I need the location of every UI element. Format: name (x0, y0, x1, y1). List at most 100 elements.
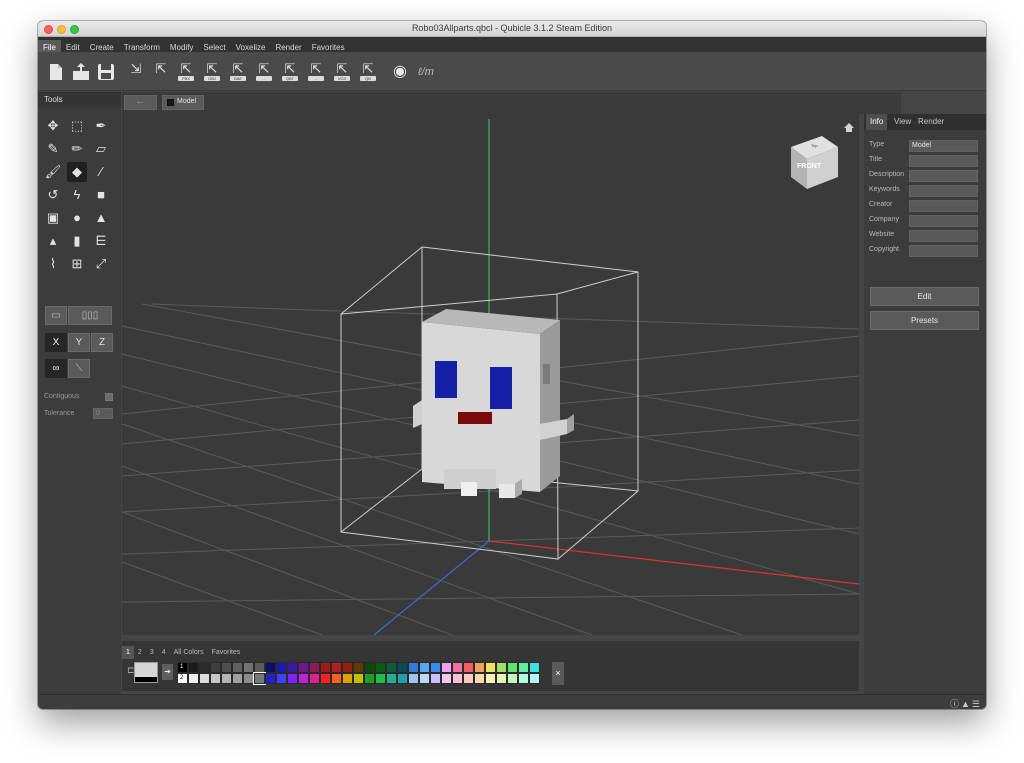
color-swatch[interactable] (430, 662, 441, 673)
color-swatch[interactable]: 2 (177, 673, 188, 684)
tab-view[interactable]: View (890, 114, 915, 130)
color-swatch[interactable] (309, 662, 320, 673)
color-swatch[interactable] (452, 673, 463, 684)
color-swatch[interactable] (397, 662, 408, 673)
color-swatch[interactable] (485, 662, 496, 673)
color-swatch[interactable] (518, 662, 529, 673)
apply-color-button[interactable]: ➔ (162, 664, 173, 680)
field-keywords-input[interactable] (909, 185, 978, 197)
paint-bucket-icon[interactable]: ◆ (67, 162, 87, 182)
3d-viewport[interactable]: FRONT Top (122, 114, 859, 635)
palette-tab-all-colors[interactable]: All Colors (170, 646, 208, 659)
edit-button[interactable]: Edit (870, 287, 979, 306)
color-swatch[interactable] (342, 673, 353, 684)
sphere-icon[interactable]: ● (67, 208, 87, 228)
menu-icon[interactable]: ☰ (972, 699, 982, 709)
save-file-button[interactable] (96, 62, 116, 82)
color-swatch[interactable] (298, 673, 309, 684)
color-swatch[interactable] (463, 662, 474, 673)
cube-icon[interactable]: ▣ (43, 208, 63, 228)
polygon-line-icon[interactable]: ϟ (67, 185, 87, 205)
signature-button[interactable]: ℓ/m (416, 62, 436, 82)
warning-icon[interactable]: ▲ (961, 699, 972, 709)
export-obj-button[interactable]: ⇱ OBJ (202, 62, 222, 82)
pencil-plus-icon[interactable]: ✏ (67, 139, 87, 159)
export-button[interactable]: ⇱ (151, 62, 171, 82)
color-swatch[interactable] (253, 672, 266, 685)
presets-button[interactable]: Presets (870, 311, 979, 330)
tab-info[interactable]: Info (866, 114, 888, 130)
axis-z-button[interactable]: Z (91, 333, 113, 352)
select-grid-icon[interactable]: ⊞ (67, 254, 87, 274)
field-company-input[interactable] (909, 215, 978, 227)
color-swatch[interactable] (507, 673, 518, 684)
color-swatch[interactable] (529, 673, 540, 684)
back-button[interactable]: ← (124, 95, 157, 110)
palette-tab-2[interactable]: 2 (134, 646, 146, 659)
tab-render[interactable]: Render (914, 114, 948, 130)
color-swatch[interactable] (441, 673, 452, 684)
color-swatch[interactable] (507, 662, 518, 673)
open-file-button[interactable] (71, 62, 91, 82)
color-swatch[interactable] (265, 662, 276, 673)
color-swatch[interactable] (331, 673, 342, 684)
palette-tab-1[interactable]: 1 (122, 646, 134, 659)
clear-palette-button[interactable]: × (552, 662, 564, 685)
color-swatch[interactable] (353, 673, 364, 684)
color-swatch[interactable] (287, 662, 298, 673)
export-format-button[interactable]: ⇱... (254, 62, 274, 82)
contiguous-checkbox[interactable] (105, 393, 113, 401)
color-swatch[interactable] (419, 662, 430, 673)
navigation-cube[interactable]: FRONT Top (791, 136, 838, 189)
cylinder-icon[interactable]: ▮ (67, 231, 87, 251)
info-icon[interactable]: ⓘ (950, 699, 961, 709)
mirror-button[interactable]: ∞ (45, 359, 67, 378)
color-swatch[interactable] (386, 673, 397, 684)
field-website-input[interactable] (909, 230, 978, 242)
mode-single-button[interactable]: ▭ (45, 306, 67, 325)
color-swatch[interactable] (210, 662, 221, 673)
color-swatch[interactable] (276, 662, 287, 673)
tolerance-input[interactable]: 0 (93, 408, 113, 419)
color-swatch[interactable] (408, 662, 419, 673)
color-swatch[interactable] (375, 673, 386, 684)
import-button[interactable]: ⇲ (126, 62, 146, 82)
color-swatch[interactable] (221, 662, 232, 673)
color-swatch[interactable] (342, 662, 353, 673)
color-swatch[interactable] (199, 662, 210, 673)
color-swatch[interactable] (188, 673, 199, 684)
color-swatch[interactable] (496, 673, 507, 684)
color-swatch[interactable] (221, 673, 232, 684)
marquee-select-icon[interactable]: ⬚ (67, 116, 87, 136)
color-swatch[interactable] (232, 662, 243, 673)
eyedropper-icon[interactable]: ✒ (91, 116, 111, 136)
pencil-icon[interactable]: ✎ (43, 139, 63, 159)
color-swatch[interactable] (485, 673, 496, 684)
color-swatch[interactable] (287, 673, 298, 684)
export-qb-button[interactable]: ⇱ QB (358, 62, 378, 82)
color-swatch[interactable] (265, 673, 276, 684)
field-copyright-input[interactable] (909, 245, 978, 257)
export-fbx-button[interactable]: ⇱ FBX (176, 62, 196, 82)
field-title-input[interactable] (909, 155, 978, 167)
resize-icon[interactable]: ⤢ (91, 254, 111, 274)
palette-tab-3[interactable]: 3 (146, 646, 158, 659)
color-swatch[interactable] (331, 662, 342, 673)
export-qbt-button[interactable]: ⇱ QBT (280, 62, 300, 82)
color-swatch[interactable] (254, 662, 265, 673)
palette-tab-4[interactable]: 4 (158, 646, 170, 659)
color-swatch[interactable] (496, 662, 507, 673)
eraser-icon[interactable]: ▱ (91, 139, 111, 159)
color-swatch[interactable] (364, 662, 375, 673)
color-swatch[interactable] (320, 662, 331, 673)
color-swatch[interactable] (419, 673, 430, 684)
color-swatch[interactable] (408, 673, 419, 684)
steam-button[interactable]: ◉ (390, 62, 410, 82)
lasso-icon[interactable]: ↺ (43, 185, 63, 205)
color-swatch[interactable] (309, 673, 320, 684)
color-swatch[interactable] (474, 662, 485, 673)
color-swatch[interactable] (188, 662, 199, 673)
color-swatch[interactable] (364, 673, 375, 684)
color-swatch[interactable] (397, 673, 408, 684)
color-swatch[interactable] (441, 662, 452, 673)
